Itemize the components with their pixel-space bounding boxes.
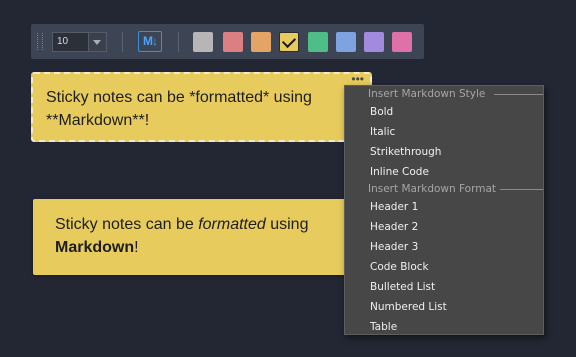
canvas: 10 M↓ Sticky notes can be *formatted* us… bbox=[0, 0, 576, 357]
note-italic-text: formatted bbox=[198, 216, 266, 233]
menu-item-italic[interactable]: Italic bbox=[370, 126, 395, 138]
note-toolbar: 10 M↓ bbox=[31, 24, 424, 59]
toolbar-separator bbox=[178, 32, 179, 52]
note-rendered-text: Sticky notes can be formatted using Mark… bbox=[55, 213, 365, 259]
font-size-value: 10 bbox=[57, 36, 69, 47]
menu-divider bbox=[494, 94, 543, 95]
markdown-toggle-button[interactable]: M↓ bbox=[138, 31, 162, 52]
note-bold-text: Markdown bbox=[55, 239, 135, 256]
sticky-note-rendered[interactable]: Sticky notes can be formatted using Mark… bbox=[33, 199, 371, 275]
color-swatch-purple[interactable] bbox=[364, 32, 384, 52]
more-options-icon[interactable]: ••• bbox=[351, 73, 364, 85]
color-swatch-yellow[interactable] bbox=[279, 32, 299, 52]
menu-divider bbox=[500, 189, 543, 190]
sticky-note-editing[interactable]: Sticky notes can be *formatted* using **… bbox=[31, 72, 372, 142]
color-swatch-orange[interactable] bbox=[251, 32, 271, 52]
menu-item-bulleted-list[interactable]: Bulleted List bbox=[370, 281, 435, 293]
note-text: ! bbox=[134, 239, 139, 256]
toolbar-grip-handle[interactable] bbox=[37, 33, 43, 50]
menu-item-header-2[interactable]: Header 2 bbox=[370, 221, 418, 233]
markdown-context-menu: Insert Markdown Style Bold Italic Strike… bbox=[344, 85, 544, 335]
menu-item-strikethrough[interactable]: Strikethrough bbox=[370, 146, 441, 158]
color-swatch-blue[interactable] bbox=[336, 32, 356, 52]
menu-item-code-block[interactable]: Code Block bbox=[370, 261, 429, 273]
menu-section-header: Insert Markdown Format bbox=[368, 183, 497, 195]
menu-section-header: Insert Markdown Style bbox=[368, 88, 486, 100]
font-size-dropdown[interactable]: 10 bbox=[52, 32, 107, 52]
chevron-down-icon[interactable] bbox=[88, 33, 106, 51]
menu-item-inline-code[interactable]: Inline Code bbox=[370, 166, 429, 178]
color-swatch-red[interactable] bbox=[223, 32, 243, 52]
toolbar-separator bbox=[122, 32, 123, 52]
checkmark-icon bbox=[281, 33, 297, 49]
color-swatch-pink[interactable] bbox=[392, 32, 412, 52]
note-text: using bbox=[265, 216, 309, 233]
menu-item-table[interactable]: Table bbox=[370, 321, 397, 333]
menu-item-header-1[interactable]: Header 1 bbox=[370, 201, 418, 213]
color-swatch-green[interactable] bbox=[308, 32, 328, 52]
color-swatch-gray[interactable] bbox=[193, 32, 213, 52]
menu-item-numbered-list[interactable]: Numbered List bbox=[370, 301, 447, 313]
menu-item-bold[interactable]: Bold bbox=[370, 106, 393, 118]
note-raw-line: **Markdown**! bbox=[46, 112, 150, 129]
note-raw-text[interactable]: Sticky notes can be *formatted* using **… bbox=[46, 86, 366, 132]
note-raw-line: Sticky notes can be *formatted* using bbox=[46, 89, 312, 106]
menu-item-header-3[interactable]: Header 3 bbox=[370, 241, 418, 253]
note-text: Sticky notes can be bbox=[55, 216, 199, 233]
